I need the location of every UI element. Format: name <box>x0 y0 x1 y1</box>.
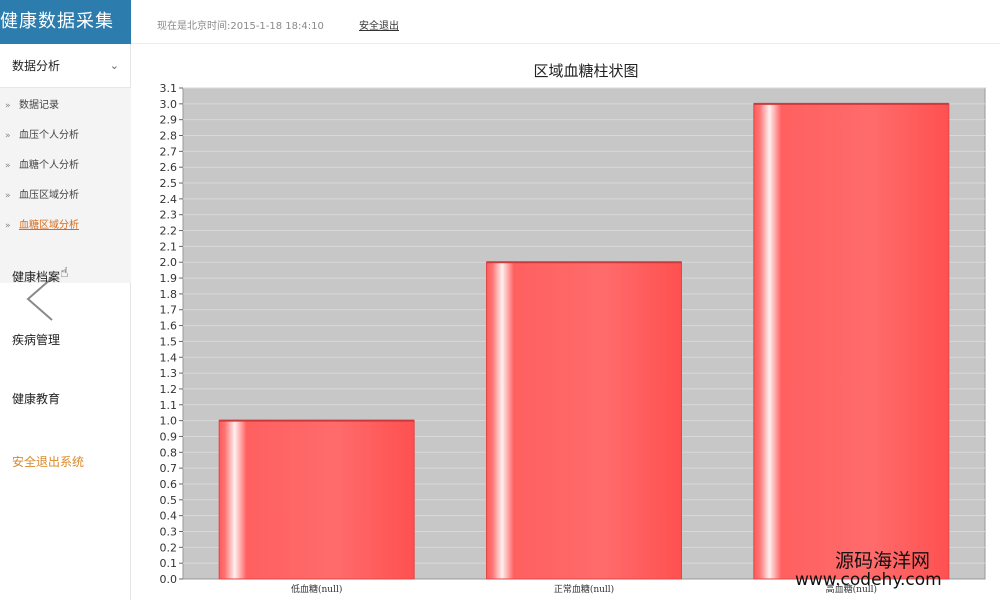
y-tick-label: 1.7 <box>160 304 178 317</box>
sidebar-item-bs-personal[interactable]: » 血糖个人分析 <box>0 151 131 181</box>
top-bar: 现在是北京时间:2015-1-18 18:4:10 安全退出 <box>131 0 1000 44</box>
y-tick-label: 1.6 <box>160 320 178 333</box>
double-chevron-right-icon: » <box>5 131 11 141</box>
bar <box>753 103 950 580</box>
y-tick-label: 0.3 <box>160 525 178 538</box>
sidebar-item-label: 血糖个人分析 <box>19 160 79 171</box>
sidebar: 数据分析 ⌄ » 数据记录 » 血压个人分析 » 血糖个人分析 » 血压区域分析… <box>0 44 131 600</box>
y-tick-label: 3.1 <box>160 82 178 95</box>
y-tick-label: 2.4 <box>160 193 178 206</box>
y-tick-label: 2.9 <box>160 114 178 127</box>
double-chevron-right-icon: » <box>5 191 11 201</box>
y-tick-label: 2.8 <box>160 130 178 143</box>
y-tick-label: 2.0 <box>160 256 178 269</box>
sidebar-menu-data-analysis[interactable]: 数据分析 ⌄ <box>0 44 131 88</box>
x-tick-label: 低血糖(null) <box>291 583 342 595</box>
bar-chart: 区域血糖柱状图 0.0 0.1 0.2 0.3 0.4 0.5 0.6 0.7 0.8 0.9 1.… <box>160 62 986 595</box>
sidebar-item-label: 血压个人分析 <box>19 130 79 141</box>
sidebar-item-label: 血压区域分析 <box>19 190 79 201</box>
y-tick-label: 3.0 <box>160 98 178 111</box>
sidebar-item-data-record[interactable]: » 数据记录 <box>0 91 131 121</box>
double-chevron-right-icon: » <box>5 101 11 111</box>
sidebar-item-label: 数据记录 <box>19 100 59 111</box>
watermark-url: www.codehy.com <box>795 570 942 590</box>
x-axis: 低血糖(null) 正常血糖(null) 高血糖(null) <box>291 583 877 595</box>
sidebar-menu-health-archive[interactable]: 健康档案 <box>12 268 60 285</box>
double-chevron-right-icon: » <box>5 161 11 171</box>
double-chevron-right-icon: » <box>5 221 11 231</box>
y-tick-label: 2.2 <box>160 225 178 238</box>
app-window: 健康数据采集 现在是北京时间:2015-1-18 18:4:10 安全退出 数据… <box>0 0 1000 600</box>
app-title: 健康数据采集 <box>0 0 131 44</box>
sidebar-menu-disease-management[interactable]: 疾病管理 <box>12 331 60 348</box>
y-tick-label: 0.4 <box>160 510 178 523</box>
bar <box>486 261 682 580</box>
y-tick-label: 2.5 <box>160 177 178 190</box>
sidebar-item-bp-region[interactable]: » 血压区域分析 <box>0 181 131 211</box>
y-tick-label: 0.2 <box>160 541 178 554</box>
y-tick-label: 2.7 <box>160 145 178 158</box>
y-tick-label: 1.2 <box>160 383 178 396</box>
chart-title: 区域血糖柱状图 <box>533 62 638 80</box>
sidebar-item-label: 血糖区域分析 <box>19 220 79 231</box>
y-axis: 0.0 0.1 0.2 0.3 0.4 0.5 0.6 0.7 0.8 0.9 1.0 1.1 1.2 1… <box>160 82 183 586</box>
chart-panel: 区域血糖柱状图 0.0 0.1 0.2 0.3 0.4 0.5 0.6 0.7 0.8 0.9 1.… <box>131 44 1000 600</box>
y-tick-label: 0.7 <box>160 462 178 475</box>
y-tick-label: 1.5 <box>160 335 178 348</box>
y-tick-label: 1.4 <box>160 351 178 364</box>
current-time-text: 现在是北京时间:2015-1-18 18:4:10 <box>157 21 324 32</box>
chevron-down-icon: ⌄ <box>109 59 119 72</box>
sidebar-submenu: » 数据记录 » 血压个人分析 » 血糖个人分析 » 血压区域分析 » 血糖区域… <box>0 88 131 283</box>
sidebar-menu-logout-system[interactable]: 安全退出系统 <box>12 453 84 470</box>
sidebar-menu-label: 数据分析 <box>12 59 61 73</box>
y-tick-label: 1.3 <box>160 367 178 380</box>
y-tick-label: 0.6 <box>160 478 178 491</box>
sidebar-menu-health-education[interactable]: 健康教育 <box>12 390 60 407</box>
y-tick-label: 0.9 <box>160 430 178 443</box>
y-tick-label: 2.6 <box>160 161 178 174</box>
sidebar-item-bs-region[interactable]: » 血糖区域分析 <box>0 211 131 241</box>
y-tick-label: 0.8 <box>160 446 178 459</box>
y-tick-label: 0.1 <box>160 557 178 570</box>
y-tick-label: 0.5 <box>160 494 178 507</box>
y-tick-label: 1.1 <box>160 399 178 412</box>
sidebar-item-bp-personal[interactable]: » 血压个人分析 <box>0 121 131 151</box>
y-tick-label: 1.0 <box>160 415 178 428</box>
y-tick-label: 0.0 <box>160 573 178 586</box>
x-tick-label: 正常血糖(null) <box>554 583 614 595</box>
y-tick-label: 1.8 <box>160 288 178 301</box>
y-tick-label: 2.3 <box>160 209 178 222</box>
bar <box>218 420 415 580</box>
y-tick-label: 1.9 <box>160 272 178 285</box>
watermark-title: 源码海洋网 <box>835 550 931 572</box>
y-tick-label: 2.1 <box>160 240 178 253</box>
logout-link[interactable]: 安全退出 <box>359 17 399 32</box>
